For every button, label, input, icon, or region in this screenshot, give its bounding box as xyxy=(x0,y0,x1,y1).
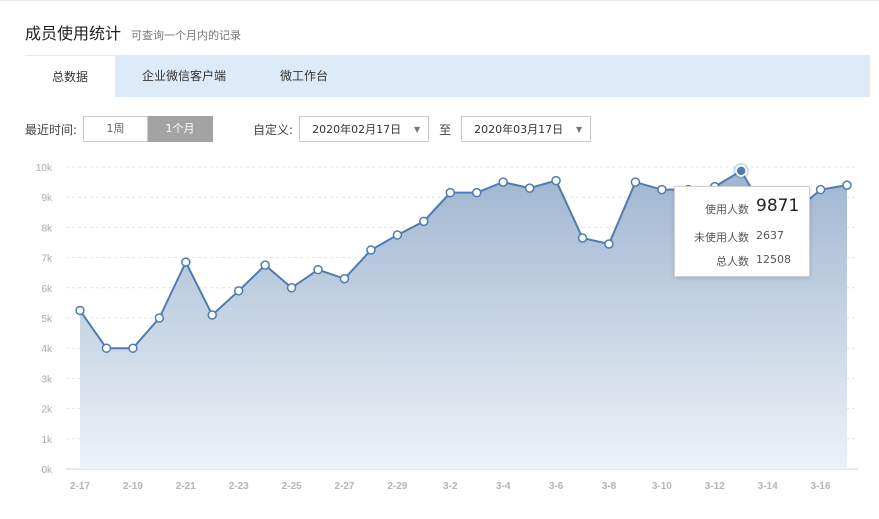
range-1-week-button[interactable]: 1周 xyxy=(83,116,149,142)
start-date-select[interactable]: 2020年02月17日 ▼ xyxy=(299,116,430,142)
y-tick-label: 2k xyxy=(41,405,53,416)
x-tick-label: 3-10 xyxy=(652,481,672,492)
data-point xyxy=(815,184,826,195)
data-point xyxy=(260,260,270,270)
range-button-group: 1周 1个月 xyxy=(83,116,214,142)
tab-micro-workbench[interactable]: 微工作台 xyxy=(253,55,355,97)
tooltip-unused-value: 2637 xyxy=(756,229,784,242)
end-date-value: 2020年03月17日 xyxy=(474,123,564,136)
data-point xyxy=(233,286,244,296)
data-point xyxy=(154,313,165,323)
data-tooltip: 使用人数 9871 未使用人数 2637 总人数 12508 xyxy=(674,186,810,277)
data-point xyxy=(101,343,112,353)
data-point xyxy=(657,184,667,195)
data-point xyxy=(75,305,85,316)
x-tick-label: 2-17 xyxy=(70,481,90,492)
recent-time-label: 最近时间: xyxy=(25,122,78,137)
x-tick-label: 3-14 xyxy=(758,481,778,492)
x-tick-label: 2-19 xyxy=(123,481,143,492)
y-tick-label: 10k xyxy=(36,163,53,174)
data-point xyxy=(630,177,641,187)
x-tick-label: 2-21 xyxy=(176,481,196,492)
y-tick-label: 3k xyxy=(41,374,53,385)
tooltip-total-value: 12508 xyxy=(756,253,791,266)
tooltip-used-value: 9871 xyxy=(756,196,800,216)
data-point xyxy=(419,216,429,227)
tooltip-used-label: 使用人数 xyxy=(705,203,749,216)
tooltip-total-label: 总人数 xyxy=(716,255,749,268)
data-point xyxy=(524,183,535,193)
data-point xyxy=(207,310,217,320)
tab-wework-client[interactable]: 企业微信客户端 xyxy=(115,55,253,97)
y-tick-label: 6k xyxy=(41,284,53,295)
end-date-select[interactable]: 2020年03月17日 ▼ xyxy=(461,116,592,142)
x-tick-label: 3-12 xyxy=(705,481,725,492)
tooltip-unused-label: 未使用人数 xyxy=(694,231,749,244)
data-point xyxy=(339,273,350,284)
data-point xyxy=(577,233,588,243)
data-point xyxy=(471,187,482,198)
x-tick-label: 3-4 xyxy=(496,481,511,492)
date-separator: 至 xyxy=(439,122,452,137)
page-title: 成员使用统计 xyxy=(25,24,122,43)
top-divider xyxy=(0,0,879,1)
filter-bar: 最近时间: 1周 1个月 自定义: 2020年02月17日 ▼ 至 2020年0… xyxy=(25,116,592,142)
start-date-value: 2020年02月17日 xyxy=(312,123,402,136)
tab-bar: 总数据 企业微信客户端 微工作台 xyxy=(25,55,870,97)
y-tick-label: 7k xyxy=(41,254,53,265)
data-point-highlighted xyxy=(735,165,747,177)
x-tick-label: 3-8 xyxy=(602,481,617,492)
data-point xyxy=(842,180,852,190)
y-tick-label: 4k xyxy=(41,344,53,355)
y-tick-label: 9k xyxy=(41,193,53,204)
x-tick-label: 2-29 xyxy=(387,481,407,492)
data-point xyxy=(286,283,297,293)
x-tick-label: 2-23 xyxy=(229,481,249,492)
page-header: 成员使用统计 可查询一个月内的记录 xyxy=(25,20,241,44)
x-tick-label: 3-16 xyxy=(811,481,831,492)
page-subtitle: 可查询一个月内的记录 xyxy=(131,29,242,42)
data-point xyxy=(366,245,376,255)
y-tick-label: 5k xyxy=(41,314,53,325)
data-point xyxy=(181,257,191,267)
data-point xyxy=(392,230,403,240)
data-point xyxy=(551,175,561,186)
data-point xyxy=(498,177,508,187)
y-tick-label: 0k xyxy=(41,465,53,476)
data-point xyxy=(313,264,323,275)
x-tick-label: 2-27 xyxy=(334,481,354,492)
range-1-month-button[interactable]: 1个月 xyxy=(148,116,214,142)
custom-range-label: 自定义: xyxy=(253,122,294,137)
y-tick-label: 8k xyxy=(41,223,53,234)
x-tick-label: 3-6 xyxy=(549,481,564,492)
data-point xyxy=(128,343,138,353)
dropdown-caret-icon: ▼ xyxy=(413,125,421,134)
y-tick-label: 1k xyxy=(41,435,53,446)
tab-total-data[interactable]: 总数据 xyxy=(25,55,116,97)
data-point xyxy=(604,239,614,249)
dropdown-caret-icon: ▼ xyxy=(575,125,583,134)
data-point xyxy=(445,187,456,198)
x-tick-label: 3-2 xyxy=(443,481,458,492)
x-tick-label: 2-25 xyxy=(282,481,302,492)
